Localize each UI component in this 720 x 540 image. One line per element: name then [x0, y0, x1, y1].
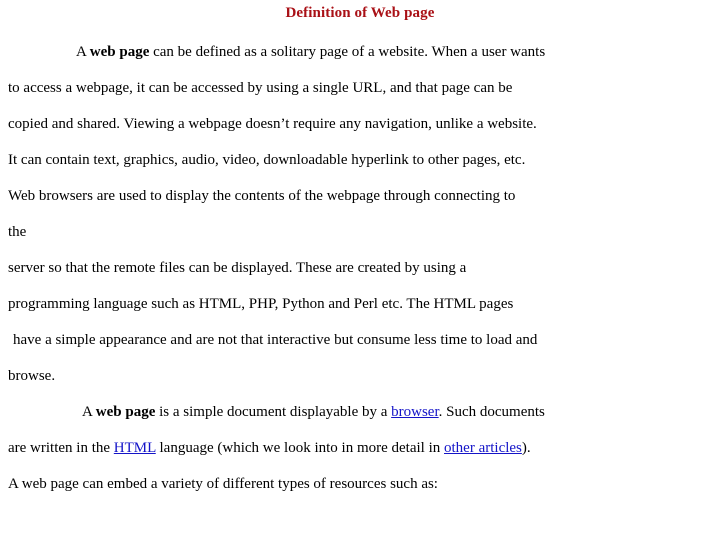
slide-body: A web page can be defined as a solitary …	[8, 34, 714, 502]
text-run: A	[82, 404, 96, 420]
hyperlink-other-articles[interactable]: other articles	[444, 440, 522, 456]
text-run: language (which we look into in more det…	[155, 440, 445, 456]
paragraph-2: A web page is a simple document displaya…	[8, 394, 714, 502]
text-line: programming language such as HTML, PHP, …	[8, 286, 714, 322]
text-line: copied and shared. Viewing a webpage doe…	[8, 106, 714, 142]
text-line: It can contain text, graphics, audio, vi…	[8, 142, 714, 178]
text-run: can be defined as a solitary page of a w…	[149, 44, 546, 60]
text-line: Web browsers are used to display the con…	[8, 178, 714, 214]
text-line: to access a webpage, it can be accessed …	[8, 70, 714, 106]
text-line: the	[8, 214, 714, 250]
text-line: browse.	[8, 358, 714, 394]
text-run: programming language such as HTML, PHP, …	[8, 296, 514, 312]
text-run: A	[76, 44, 90, 60]
text-run: ).	[521, 440, 531, 456]
text-run: copied and shared. Viewing a webpage doe…	[8, 116, 537, 132]
text-line: are written in the HTML language (which …	[8, 430, 714, 466]
bold-term: web page	[95, 404, 156, 420]
text-run: have a simple appearance and are not tha…	[13, 332, 538, 348]
text-run: the	[8, 224, 27, 240]
text-line: A web page is a simple document displaya…	[8, 394, 714, 430]
page-title: Definition of Web page	[285, 5, 435, 21]
text-run: to access a webpage, it can be accessed …	[8, 80, 513, 96]
slide-canvas: Definition of Web page A web page can be…	[0, 0, 720, 540]
text-line: A web page can be defined as a solitary …	[8, 34, 714, 70]
text-run: is a simple document displayable by a	[155, 404, 392, 420]
text-line: server so that the remote files can be d…	[8, 250, 714, 286]
paragraph-1: A web page can be defined as a solitary …	[8, 34, 714, 394]
text-line: have a simple appearance and are not tha…	[8, 322, 714, 358]
hyperlink-html[interactable]: HTML	[114, 440, 156, 456]
hyperlink-browser[interactable]: browser	[391, 404, 439, 420]
bold-term: web page	[89, 44, 150, 60]
text-run: It can contain text, graphics, audio, vi…	[8, 152, 526, 168]
text-run: are written in the	[8, 440, 114, 456]
text-run: A web page can embed a variety of differ…	[8, 476, 438, 492]
text-run: Web browsers are used to display the con…	[8, 188, 516, 204]
text-line: A web page can embed a variety of differ…	[8, 466, 714, 502]
text-run: browse.	[8, 368, 56, 384]
text-run: . Such documents	[438, 404, 545, 420]
text-run: server so that the remote files can be d…	[8, 260, 467, 276]
